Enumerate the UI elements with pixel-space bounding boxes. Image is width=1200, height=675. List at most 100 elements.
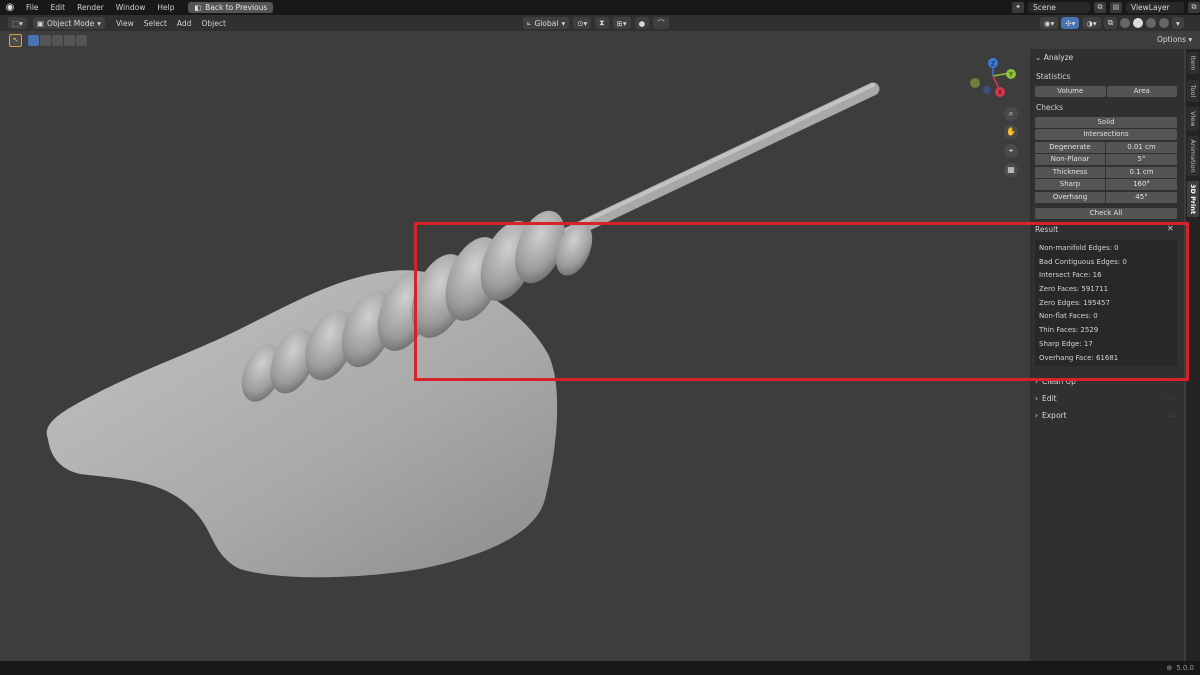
snap-toggle[interactable]: ⧗ xyxy=(595,17,609,29)
view-layer-new-icon[interactable]: ⧉ xyxy=(1188,2,1200,13)
camera-view-icon[interactable]: ⌖ xyxy=(1004,144,1018,158)
gizmo-toggle[interactable]: ✣▾ xyxy=(1061,17,1080,29)
proportional-edit-toggle[interactable]: ● xyxy=(634,17,650,29)
select-invert-icon[interactable] xyxy=(64,35,75,46)
chevron-down-icon: ▾ xyxy=(561,18,566,28)
result-line: Intersect Face: 16 xyxy=(1039,271,1102,279)
rendered-shading-icon[interactable] xyxy=(1159,18,1170,28)
snap-target-dropdown[interactable]: ⊞▾ xyxy=(612,17,631,29)
chevron-right-icon: › xyxy=(1035,377,1038,386)
overlay-toggle[interactable]: ◑▾ xyxy=(1082,17,1101,29)
material-shading-icon[interactable] xyxy=(1146,18,1157,28)
body-mesh[interactable] xyxy=(46,270,558,578)
3d-viewport[interactable]: Y Z X ⌕ ✋ ⌖ ▦ xyxy=(0,49,1030,661)
orientation-icon: ⟀ xyxy=(527,18,532,27)
tab-view[interactable]: View xyxy=(1187,107,1199,131)
scene-field[interactable]: Scene xyxy=(1028,2,1090,13)
solid-shading-icon[interactable] xyxy=(1133,18,1144,28)
scene-controls: ✦ Scene ⧉ ▤ ViewLayer ⧉ xyxy=(1012,2,1200,13)
orientation-dropdown[interactable]: ⟀ Global ▾ xyxy=(523,17,570,29)
zoom-icon[interactable]: ⌕ xyxy=(1004,107,1018,121)
cleanup-section-header[interactable]: › Clean Up :::: xyxy=(1035,377,1177,386)
falloff-dropdown[interactable]: ⌒ xyxy=(653,17,669,29)
menu-select[interactable]: Select xyxy=(139,19,172,28)
back-to-previous-button[interactable]: ◧ Back to Previous xyxy=(188,2,274,13)
sharp-value-field[interactable]: 160° xyxy=(1106,179,1177,190)
wireframe-shading-icon[interactable] xyxy=(1120,18,1131,28)
degenerate-value-field[interactable]: 0.01 cm xyxy=(1106,142,1177,153)
result-line: Non-manifold Edges: 0 xyxy=(1039,244,1119,252)
xray-toggle[interactable]: ⧉ xyxy=(1103,17,1118,29)
check-sharp-row: Sharp 160° xyxy=(1035,179,1177,190)
top-menu-bar: ◉ File Edit Render Window Help ◧ Back to… xyxy=(0,0,1200,15)
pan-hand-icon[interactable]: ✋ xyxy=(1004,125,1018,139)
menu-add[interactable]: Add xyxy=(172,19,197,28)
area-button[interactable]: Area xyxy=(1106,86,1177,97)
analyze-title: Analyze xyxy=(1043,53,1074,62)
export-section-header[interactable]: › Export :::: xyxy=(1035,411,1177,420)
tool-settings-row: ↖ Options ▾ xyxy=(0,31,1200,49)
axis-neg-y-icon[interactable] xyxy=(970,78,980,88)
shading-options-dropdown[interactable]: ▾ xyxy=(1172,17,1184,29)
view-layer-field[interactable]: ViewLayer xyxy=(1126,2,1184,13)
blender-logo-icon[interactable]: ◉ xyxy=(3,2,17,13)
perspective-grid-icon[interactable]: ▦ xyxy=(1004,163,1018,177)
axis-y-label: Y xyxy=(1008,72,1013,79)
view-layer-icon[interactable]: ▤ xyxy=(1110,2,1122,13)
viewport-menu: View Select Add Object xyxy=(111,19,231,28)
tab-item[interactable]: Item xyxy=(1187,52,1199,74)
editor-type-button[interactable]: ⬚▾ xyxy=(8,17,27,29)
thickness-button[interactable]: Thickness xyxy=(1035,167,1105,178)
intersections-button[interactable]: Intersections xyxy=(1035,129,1177,140)
check-thickness-row: Thickness 0.1 cm xyxy=(1035,167,1177,178)
menu-edit[interactable]: Edit xyxy=(45,3,72,12)
select-subtract-icon[interactable] xyxy=(52,35,63,46)
drag-handle-icon[interactable]: :::: xyxy=(1165,395,1177,402)
pivot-dropdown[interactable]: ⊙▾ xyxy=(573,17,592,29)
analyze-section-header[interactable]: ⌄ Analyze xyxy=(1035,53,1073,62)
overhang-button[interactable]: Overhang xyxy=(1035,192,1105,203)
stick-mesh[interactable] xyxy=(558,82,880,242)
solid-button[interactable]: Solid xyxy=(1035,117,1177,128)
visibility-dropdown[interactable]: ◉▾ xyxy=(1040,17,1059,29)
select-intersect-icon[interactable] xyxy=(76,35,87,46)
snap-target-icon: ⊞▾ xyxy=(616,18,627,28)
viewport-scene[interactable]: Y Z X xyxy=(0,49,1030,661)
drag-handle-icon[interactable]: :::: xyxy=(1165,412,1177,419)
tab-tool[interactable]: Tool xyxy=(1187,80,1199,102)
check-all-button[interactable]: Check All xyxy=(1035,208,1177,219)
overhang-value-field[interactable]: 45° xyxy=(1106,192,1177,203)
thickness-value-field[interactable]: 0.1 cm xyxy=(1106,167,1177,178)
scene-new-icon[interactable]: ⧉ xyxy=(1094,2,1106,13)
solid-row: Solid xyxy=(1035,117,1177,128)
axis-neg-z-icon[interactable] xyxy=(983,86,991,94)
scene-icon[interactable]: ✦ xyxy=(1012,2,1024,13)
close-icon[interactable]: ✕ xyxy=(1167,224,1174,233)
axis-x-label: X xyxy=(998,90,1002,97)
tab-3d-print[interactable]: 3D Print xyxy=(1187,181,1199,217)
chevron-right-icon: › xyxy=(1035,411,1038,420)
drag-handle-icon[interactable]: :::: xyxy=(1165,378,1177,385)
menu-window[interactable]: Window xyxy=(110,3,152,12)
degenerate-button[interactable]: Degenerate xyxy=(1035,142,1105,153)
edit-section-header[interactable]: › Edit :::: xyxy=(1035,394,1177,403)
select-new-icon[interactable] xyxy=(28,35,39,46)
menu-file[interactable]: File xyxy=(20,3,45,12)
menu-render[interactable]: Render xyxy=(71,3,110,12)
volume-button[interactable]: Volume xyxy=(1035,86,1106,97)
select-tool-icon[interactable]: ↖ xyxy=(9,34,22,47)
mode-dropdown[interactable]: ▣ Object Mode ▾ xyxy=(32,17,105,29)
select-extend-icon[interactable] xyxy=(40,35,51,46)
navigation-gizmo[interactable]: Y Z X xyxy=(970,58,1016,97)
tab-animation[interactable]: Animation xyxy=(1187,136,1199,176)
orientation-label: Global xyxy=(534,18,559,28)
menu-help[interactable]: Help xyxy=(151,3,180,12)
menu-view[interactable]: View xyxy=(111,19,139,28)
options-label: Options xyxy=(1157,35,1186,44)
non-planar-button[interactable]: Non-Planar xyxy=(1035,154,1105,165)
menu-object[interactable]: Object xyxy=(196,19,230,28)
non-planar-value-field[interactable]: 5° xyxy=(1106,154,1177,165)
sharp-button[interactable]: Sharp xyxy=(1035,179,1105,190)
xray-icon: ⧉ xyxy=(1107,18,1114,27)
options-dropdown[interactable]: Options ▾ xyxy=(1152,33,1198,46)
